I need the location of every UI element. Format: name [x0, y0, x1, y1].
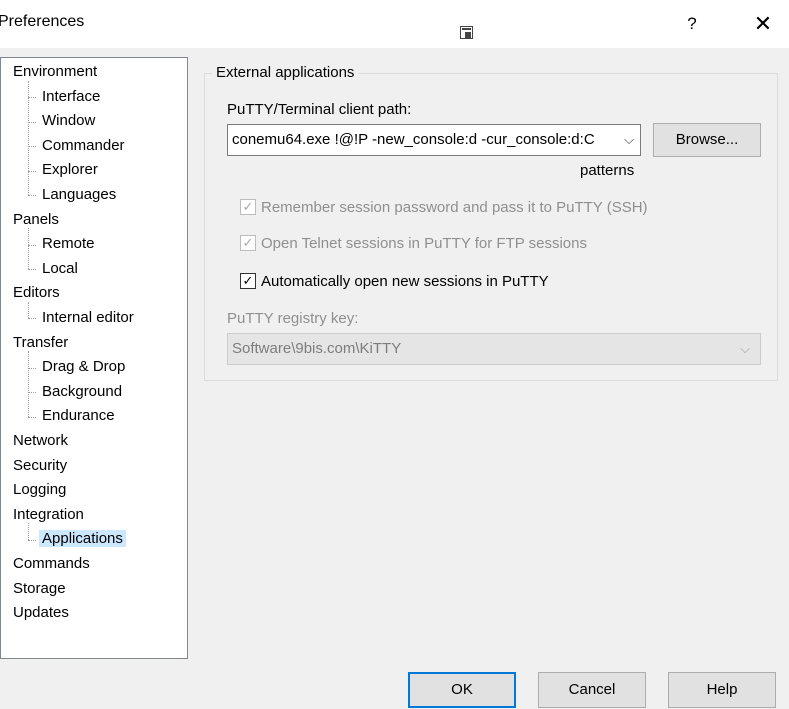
help-titlebar-button[interactable]: ? [680, 10, 704, 38]
tree-item-label: Drag & Drop [42, 358, 126, 376]
tree-connector [28, 195, 36, 197]
tree-subitem[interactable]: Interface [39, 85, 103, 109]
tree-category[interactable]: Updates [10, 601, 72, 625]
chevron-down-icon[interactable]: ⌵ [740, 341, 750, 357]
tree-item-label: Network [13, 432, 69, 449]
tree-item-label: Remote [42, 235, 95, 253]
preferences-tree[interactable]: Environment Interface Window Commander Explo… [0, 57, 188, 659]
tree-item-label: Local [42, 259, 78, 277]
tree-item-label: Panels [13, 210, 59, 228]
tree-connector [28, 367, 36, 369]
tree-category[interactable]: Environment [10, 60, 100, 84]
close-button[interactable]: ✕ [748, 9, 778, 39]
cancel-button[interactable]: Cancel [538, 672, 646, 708]
app-window-icon [460, 26, 473, 39]
chevron-down-icon[interactable]: ⌵ [624, 132, 634, 148]
tree-item-label: Interface [42, 87, 101, 105]
tree-category[interactable]: Integration [10, 503, 87, 527]
tree-connector [28, 392, 36, 394]
tree-item-label: Security [13, 456, 68, 474]
tree-connector [28, 146, 36, 148]
tree-item-label: Applications [39, 530, 126, 548]
tree-subitem[interactable]: Remote [39, 232, 98, 256]
tree-item-label: Internal editor [42, 309, 134, 326]
tree-connector [28, 80, 29, 196]
putty-path-label: PuTTY/Terminal client path: [227, 101, 412, 118]
tree-category[interactable]: Security [10, 454, 70, 478]
tree-connector [28, 539, 36, 541]
tree-category[interactable]: Transfer [10, 331, 71, 355]
putty-path-value[interactable]: conemu64.exe !@!P -new_console:d -cur_co… [232, 131, 608, 148]
tree-category[interactable]: Editors [10, 281, 63, 305]
title-bar: Preferences ? ✕ [0, 0, 789, 48]
tree-item-label: Storage [13, 579, 66, 597]
tree-connector [28, 269, 36, 271]
tree-category[interactable]: Network [10, 429, 71, 453]
telnet-label: Open Telnet sessions in PuTTY for FTP se… [261, 235, 587, 252]
tree-category[interactable]: Logging [10, 478, 69, 502]
tree-item-label: Environment [13, 63, 98, 80]
tree-item-label: Transfer [13, 333, 69, 351]
remember-password-label: Remember session password and pass it to… [261, 199, 648, 216]
tree-subitem[interactable]: Commander [39, 134, 128, 158]
tree-connector [28, 318, 36, 320]
tree-item-label: Integration [13, 505, 84, 523]
tree-connector [28, 96, 36, 98]
ok-button[interactable]: OK [408, 672, 516, 708]
tree-connector [28, 170, 36, 172]
tree-connector [28, 244, 36, 246]
tree-item-label: Editors [13, 284, 60, 302]
tree-item-label: Background [42, 382, 123, 400]
patterns-link[interactable]: patterns [580, 162, 634, 179]
tree-item-label: Explorer [42, 161, 98, 179]
auto-open-label: Automatically open new sessions in PuTTY [261, 273, 549, 290]
tree-subitem[interactable]: Background [39, 380, 125, 404]
tree-item-label: Commander [42, 136, 125, 154]
registry-key-value: Software\9bis.com\KiTTY [232, 340, 402, 357]
tree-subitem[interactable]: Explorer [39, 158, 101, 182]
tree-connector [28, 523, 29, 540]
tree-subitem[interactable]: Applications [39, 527, 126, 551]
tree-connector [28, 302, 29, 319]
remember-password-checkbox[interactable]: ✓ [240, 199, 256, 215]
tree-subitem[interactable]: Internal editor [39, 306, 137, 330]
tree-item-label: Languages [42, 186, 117, 203]
tree-item-label: Window [42, 112, 96, 130]
browse-button[interactable]: Browse... [653, 123, 761, 157]
registry-key-label: PuTTY registry key: [227, 310, 359, 327]
tree-subitem[interactable]: Window [39, 109, 98, 133]
help-button[interactable]: Help [668, 672, 776, 708]
tree-item-label: Commands [13, 555, 90, 572]
external-applications-title: External applications [212, 64, 359, 81]
window-title: Preferences [0, 13, 85, 30]
registry-key-combo[interactable]: Software\9bis.com\KiTTY ⌵ [227, 333, 761, 365]
tree-item-label: Updates [13, 604, 69, 622]
auto-open-checkbox[interactable]: ✓ [240, 273, 256, 289]
tree-item-label: Endurance [42, 407, 115, 425]
tree-connector [28, 121, 36, 123]
putty-path-combo[interactable]: conemu64.exe !@!P -new_console:d -cur_co… [227, 124, 641, 156]
tree-connector [28, 228, 29, 270]
tree-connector [28, 416, 36, 418]
tree-subitem[interactable]: Languages [39, 183, 119, 207]
tree-subitem[interactable]: Endurance [39, 404, 118, 428]
telnet-checkbox[interactable]: ✓ [240, 235, 256, 251]
tree-subitem[interactable]: Drag & Drop [39, 355, 128, 379]
tree-category[interactable]: Commands [10, 552, 93, 576]
tree-connector [28, 351, 29, 417]
tree-subitem[interactable]: Local [39, 257, 81, 281]
tree-category[interactable]: Storage [10, 577, 69, 601]
tree-category[interactable]: Panels [10, 208, 62, 232]
tree-item-label: Logging [13, 481, 67, 499]
